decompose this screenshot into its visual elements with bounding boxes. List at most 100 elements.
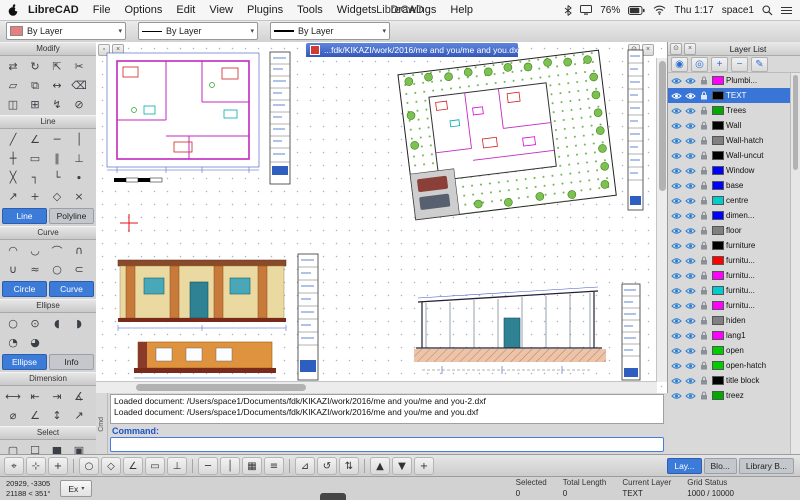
layer-row-trees[interactable]: Trees — [668, 103, 791, 118]
layer-color-swatch[interactable] — [712, 376, 724, 385]
layer-color-swatch[interactable] — [712, 166, 724, 175]
remove-layer-button[interactable]: − — [731, 57, 748, 72]
ex-combo[interactable]: Ex ▾ — [60, 480, 92, 497]
tool-dimension-5[interactable]: ⌀ — [2, 406, 24, 425]
tool-modify-10[interactable]: ⊞ — [24, 95, 46, 114]
tool-dimension-2[interactable]: ⇤ — [24, 387, 46, 406]
snap-center-icon[interactable]: ○ — [79, 457, 99, 475]
layer-lock-icon[interactable] — [698, 151, 710, 160]
layer-color-swatch[interactable] — [712, 346, 724, 355]
layer-print-icon[interactable] — [684, 167, 696, 175]
wifi-icon[interactable] — [653, 5, 666, 15]
layer-row-furnitu[interactable]: furnitu... — [668, 283, 791, 298]
layer-name[interactable]: treez — [726, 391, 774, 400]
command-history[interactable]: Loaded document: /Users/space1/Documents… — [110, 394, 664, 424]
tool-line-2[interactable]: ∠ — [24, 130, 46, 149]
layer-name[interactable]: open-hatch — [726, 361, 774, 370]
tool-line-5[interactable]: ┼ — [2, 149, 24, 168]
layer-lock-icon[interactable] — [698, 196, 710, 205]
layer-visible-icon[interactable] — [670, 347, 682, 355]
order-icon[interactable]: ⇅ — [339, 457, 359, 475]
restrict-vertical-icon[interactable]: │ — [220, 457, 240, 475]
layer-color-swatch[interactable] — [712, 226, 724, 235]
snap-angle-icon[interactable]: ∠ — [123, 457, 143, 475]
restrict-orthogonal-icon[interactable]: ⊥ — [167, 457, 187, 475]
menu-widgets[interactable]: Widgets — [330, 4, 384, 16]
tool-ellipse-6[interactable]: ◕ — [24, 333, 46, 352]
add-point-icon[interactable]: + — [414, 457, 434, 475]
layer-color-swatch[interactable] — [712, 121, 724, 130]
tool-line-4[interactable]: │ — [68, 130, 90, 149]
notification-center-icon[interactable] — [781, 6, 792, 15]
layer-name[interactable]: lang1 — [726, 331, 774, 340]
edit-layer-button[interactable]: ✎ — [751, 57, 768, 72]
layer-print-icon[interactable] — [684, 347, 696, 355]
tool-select-4[interactable]: ▣ — [68, 441, 90, 455]
tool-line-9[interactable]: ╳ — [2, 168, 24, 187]
layer-row-furnitu[interactable]: furnitu... — [668, 298, 791, 313]
layer-row-open[interactable]: open — [668, 343, 791, 358]
layer-name[interactable]: furnitu... — [726, 301, 774, 310]
layer-visible-icon[interactable] — [670, 167, 682, 175]
layer-name[interactable]: dimen... — [726, 211, 774, 220]
dock-tab-curve[interactable]: Curve — [49, 281, 94, 297]
tool-line-1[interactable]: ╱ — [2, 130, 24, 149]
menu-view[interactable]: View — [202, 4, 240, 16]
dock-tab-ellipse[interactable]: Ellipse — [2, 354, 47, 370]
layer-lock-icon[interactable] — [698, 121, 710, 130]
layer-color-swatch[interactable] — [712, 151, 724, 160]
layer-color-swatch[interactable] — [712, 301, 724, 310]
tool-curve-7[interactable]: ○ — [46, 260, 68, 279]
layer-visible-icon[interactable] — [670, 182, 682, 190]
layer-visible-icon[interactable] — [670, 77, 682, 85]
layer-print-icon[interactable] — [684, 272, 696, 280]
tool-select-1[interactable]: ▢ — [2, 441, 24, 455]
layer-lock-icon[interactable] — [698, 166, 710, 175]
layer-lock-icon[interactable] — [698, 91, 710, 100]
layer-print-icon[interactable] — [684, 362, 696, 370]
layer-row-hiden[interactable]: hiden — [668, 313, 791, 328]
layer-color-swatch[interactable] — [712, 361, 724, 370]
tool-curve-5[interactable]: ∪ — [2, 260, 24, 279]
layer-color-swatch[interactable] — [712, 286, 724, 295]
layer-lock-icon[interactable] — [698, 286, 710, 295]
layer-row-base[interactable]: base — [668, 178, 791, 193]
layer-visible-icon[interactable] — [670, 302, 682, 310]
layer-name[interactable]: Wall — [726, 121, 774, 130]
apple-menu[interactable] — [8, 4, 19, 17]
menu-drawings[interactable]: Drawings — [384, 4, 444, 16]
tool-line-10[interactable]: ┐ — [24, 168, 46, 187]
layer-color-swatch[interactable] — [712, 256, 724, 265]
layer-visible-icon[interactable] — [670, 392, 682, 400]
dock-tab-line[interactable]: Line — [2, 208, 47, 224]
menubar-clock[interactable]: Thu 1:17 — [674, 5, 713, 16]
layer-lock-icon[interactable] — [698, 316, 710, 325]
dock-tab-lay[interactable]: Lay... — [667, 458, 701, 474]
layer-color-swatch[interactable] — [712, 331, 724, 340]
tool-line-6[interactable]: ▭ — [24, 149, 46, 168]
dock-tab-blo[interactable]: Blo... — [704, 458, 737, 474]
drawing-area[interactable]: ▫ × ⊙ × ...fdk/KIKAZI/work/2016/me and y… — [96, 42, 669, 393]
tool-ellipse-3[interactable]: ◖ — [46, 314, 68, 333]
layer-print-icon[interactable] — [684, 302, 696, 310]
layer-row-furnitu[interactable]: furnitu... — [668, 253, 791, 268]
dock-tab-info[interactable]: Info — [49, 354, 94, 370]
close-panel-icon[interactable]: × — [684, 43, 696, 55]
layer-name[interactable]: TEXT — [726, 91, 774, 100]
layer-row-wall-uncut[interactable]: Wall-uncut — [668, 148, 791, 163]
add-layer-button[interactable]: + — [711, 57, 728, 72]
menu-edit[interactable]: Edit — [169, 4, 202, 16]
command-input[interactable] — [110, 437, 664, 452]
layer-color-swatch[interactable] — [712, 106, 724, 115]
menu-help[interactable]: Help — [443, 4, 480, 16]
layer-name[interactable]: open — [726, 346, 774, 355]
layer-print-icon[interactable] — [684, 137, 696, 145]
canvas-horizontal-scrollbar[interactable] — [96, 381, 657, 393]
layer-lock-icon[interactable] — [698, 241, 710, 250]
snap-grid-icon[interactable]: ⊹ — [26, 457, 46, 475]
layer-name[interactable]: floor — [726, 226, 774, 235]
tool-ellipse-2[interactable]: ⊙ — [24, 314, 46, 333]
battery-icon[interactable] — [628, 6, 645, 15]
snap-endpoint-icon[interactable]: + — [48, 457, 68, 475]
layer-name[interactable]: furnitu... — [726, 271, 774, 280]
